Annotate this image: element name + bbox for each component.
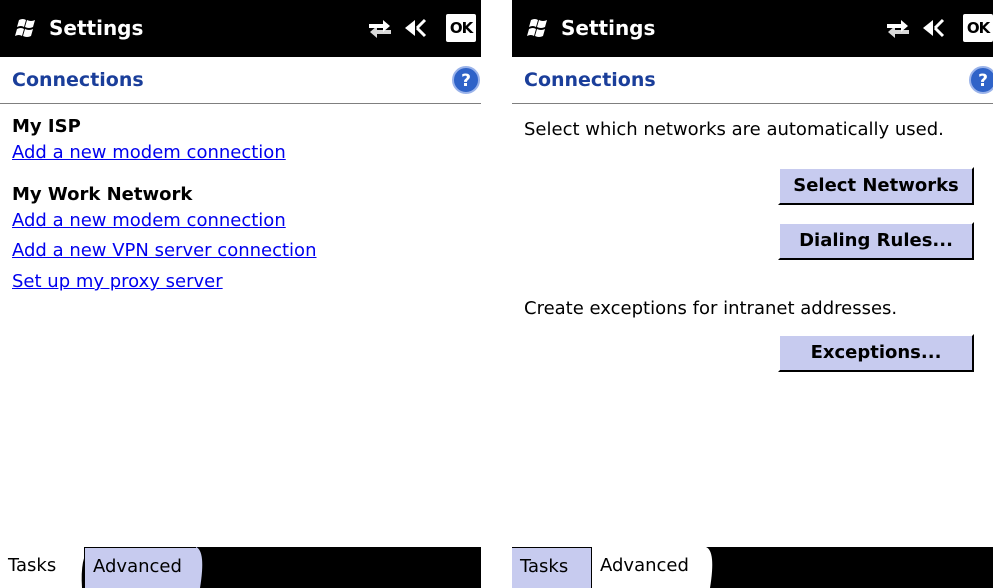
group-title: My ISP — [12, 116, 81, 137]
windows-logo-icon[interactable] — [525, 18, 551, 40]
page-header: Connections ? — [512, 57, 993, 104]
tab-end — [706, 547, 713, 588]
tab-tasks[interactable]: Tasks — [0, 547, 78, 588]
page-title: Connections — [524, 69, 656, 91]
svg-text:?: ? — [978, 71, 988, 91]
ok-button[interactable]: OK — [963, 14, 993, 42]
settings-screen-tasks: Settings OK Connections ? My ISP Add a n… — [0, 0, 481, 588]
tab-tasks[interactable]: Tasks — [512, 547, 592, 588]
tab-advanced[interactable]: Advanced — [592, 547, 706, 588]
add-modem-connection-link[interactable]: Add a new modem connection — [12, 210, 286, 232]
select-networks-button[interactable]: Select Networks — [778, 167, 974, 205]
setup-proxy-link[interactable]: Set up my proxy server — [12, 271, 223, 293]
svg-text:?: ? — [461, 71, 471, 91]
tab-end — [196, 547, 203, 588]
title-bar: Settings OK — [0, 0, 481, 57]
group-title: My Work Network — [12, 184, 193, 205]
tab-bar: Tasks Advanced — [512, 547, 993, 588]
window-title: Settings — [561, 16, 656, 40]
volume-icon[interactable] — [401, 16, 427, 40]
connectivity-icon[interactable] — [367, 16, 393, 40]
exceptions-button[interactable]: Exceptions... — [778, 334, 974, 372]
add-vpn-connection-link[interactable]: Add a new VPN server connection — [12, 240, 316, 262]
exceptions-description: Create exceptions for intranet addresses… — [524, 298, 898, 319]
ok-button[interactable]: OK — [446, 14, 476, 42]
title-bar: Settings OK — [512, 0, 993, 57]
settings-screen-advanced: Settings OK Connections ? Select which n… — [512, 0, 993, 588]
window-title: Settings — [49, 16, 144, 40]
page-header: Connections ? — [0, 57, 481, 104]
networks-description: Select which networks are automatically … — [524, 119, 944, 140]
tab-advanced[interactable]: Advanced — [84, 547, 196, 588]
page-title: Connections — [12, 69, 144, 91]
volume-icon[interactable] — [919, 16, 945, 40]
tab-bar: Tasks Advanced — [0, 547, 481, 588]
connectivity-icon[interactable] — [885, 16, 911, 40]
help-icon[interactable]: ? — [968, 65, 993, 95]
add-modem-connection-link[interactable]: Add a new modem connection — [12, 142, 286, 164]
windows-logo-icon[interactable] — [13, 18, 39, 40]
help-icon[interactable]: ? — [451, 65, 481, 95]
dialing-rules-button[interactable]: Dialing Rules... — [778, 222, 974, 260]
